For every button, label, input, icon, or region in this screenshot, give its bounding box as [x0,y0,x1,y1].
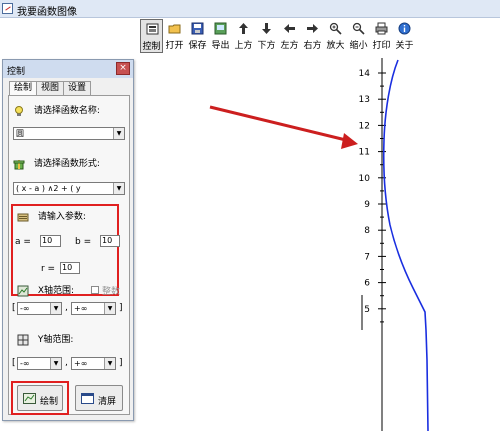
x-range-close-bracket: ] [119,303,123,313]
grid-icon [17,334,29,345]
save-icon [191,22,204,35]
y-tick-label: 5 [364,305,370,315]
param-b-label: b = [75,237,92,247]
param-a-label: a = [15,237,31,247]
chevron-down-icon: ▼ [104,358,115,369]
control-icon [146,23,159,35]
right-button[interactable]: 右方 [301,19,324,53]
y-tick-label: 9 [364,200,370,210]
about-button[interactable]: 关于 [393,19,416,53]
save-button[interactable]: 保存 [186,19,209,53]
y-tick-label: 8 [364,226,370,236]
bulb-icon [15,105,23,116]
export-button[interactable]: 导出 [209,19,232,53]
function-form-row: 请选择函数形式: [13,156,100,170]
panel-title-bar[interactable]: 控制 × [3,60,133,78]
gift-box-icon [13,159,25,169]
y-tick-label: 11 [359,148,370,158]
annotation-arrow-shaft [209,105,351,143]
info-icon [398,22,411,35]
zoom-in-icon [329,22,342,35]
function-name-row: 请选择函数名称: [13,103,100,117]
x-range-row: X轴范围: [17,283,74,297]
y-range-open-bracket: [ [12,358,16,368]
x-integer-checkbox[interactable] [91,286,99,294]
left-button[interactable]: 左方 [278,19,301,53]
open-folder-icon [168,24,181,34]
draw-icon [23,393,36,404]
param-b-input[interactable]: 10 [100,235,120,247]
function-name-label: 请选择函数名称: [33,106,100,116]
window-title: 我要函数图像 [17,7,77,18]
panel-close-button[interactable]: × [116,62,130,75]
x-min-select[interactable]: -∞ ▼ [17,302,62,315]
clear-screen-icon [81,393,94,404]
y-range-row: Y轴范围: [17,332,73,346]
params-label: 请输入参数: [37,212,86,222]
down-button[interactable]: 下方 [255,19,278,53]
y-tick-label: 6 [364,279,370,289]
tab-settings[interactable]: 设置 [63,81,92,95]
param-r-input[interactable]: 10 [60,262,80,274]
x-range-comma: , [65,303,68,313]
panel-tabs: 绘制 视图 设置 [9,81,92,96]
up-button[interactable]: 上方 [232,19,255,53]
chevron-down-icon: ▼ [113,128,124,139]
chevron-down-icon: ▼ [50,303,61,314]
draw-button[interactable]: 绘制 [17,385,63,411]
params-row: 请输入参数: [17,209,86,223]
x-range-label: X轴范围: [37,286,75,296]
zoom-in-button[interactable]: 放大 [324,19,347,53]
title-bar: 我要函数图像 [0,0,500,18]
zoom-out-button[interactable]: 缩小 [347,19,370,53]
chevron-down-icon: ▼ [113,183,124,194]
print-icon [375,22,388,35]
x-max-select[interactable]: +∞ ▼ [71,302,116,315]
control-button[interactable]: 控制 [140,19,163,53]
arrow-down-icon [262,23,271,34]
y-range-close-bracket: ] [119,358,123,368]
function-form-label: 请选择函数形式: [33,159,100,169]
function-name-select[interactable]: 圆 ▼ [13,127,125,140]
y-range-label: Y轴范围: [37,335,74,345]
annotation-arrow-head [341,133,358,149]
y-tick-label: 14 [359,69,371,79]
panel-title: 控制 [7,67,26,77]
y-tick-label: 13 [359,95,370,105]
tab-view[interactable]: 视图 [36,81,65,95]
keyboard-icon [17,213,29,221]
param-r-label: r = [41,264,56,274]
draw-tab-pane: 请选择函数名称: 圆 ▼ 请选择函数形式: ( x - a ) ∧2 + ( y… [8,95,130,415]
app-icon [2,3,13,14]
print-button[interactable]: 打印 [370,19,393,53]
control-panel: 控制 × 绘制 视图 设置 请选择函数名称: 圆 ▼ 请选择函数形式: ( x … [2,59,134,421]
clear-screen-button[interactable]: 清屏 [75,385,123,411]
chevron-down-icon: ▼ [104,303,115,314]
param-a-input[interactable]: 10 [40,235,61,247]
y-min-select[interactable]: -∞ ▼ [17,357,62,370]
export-icon [214,22,227,35]
y-tick-label: 10 [359,174,371,184]
function-form-select[interactable]: ( x - a ) ∧2 + ( y ▼ [13,182,125,195]
x-range-open-bracket: [ [12,303,16,313]
toolbar: 控制 打开 保存 导出 上方 下方 左方 右方 放大 缩小 打印 关于 [140,19,416,53]
arrow-left-icon [284,24,295,33]
chart-icon [17,285,29,296]
y-max-select[interactable]: +∞ ▼ [71,357,116,370]
y-tick-label: 12 [359,121,370,131]
arrow-right-icon [307,24,318,33]
tab-draw[interactable]: 绘制 [9,81,38,96]
plot-curve [382,59,429,431]
x-integer-label: 整数 [102,287,121,297]
arrow-up-icon [239,23,248,34]
y-range-comma: , [65,358,68,368]
zoom-out-icon [352,22,365,35]
open-button[interactable]: 打开 [163,19,186,53]
y-tick-label: 7 [364,252,370,262]
chevron-down-icon: ▼ [50,358,61,369]
